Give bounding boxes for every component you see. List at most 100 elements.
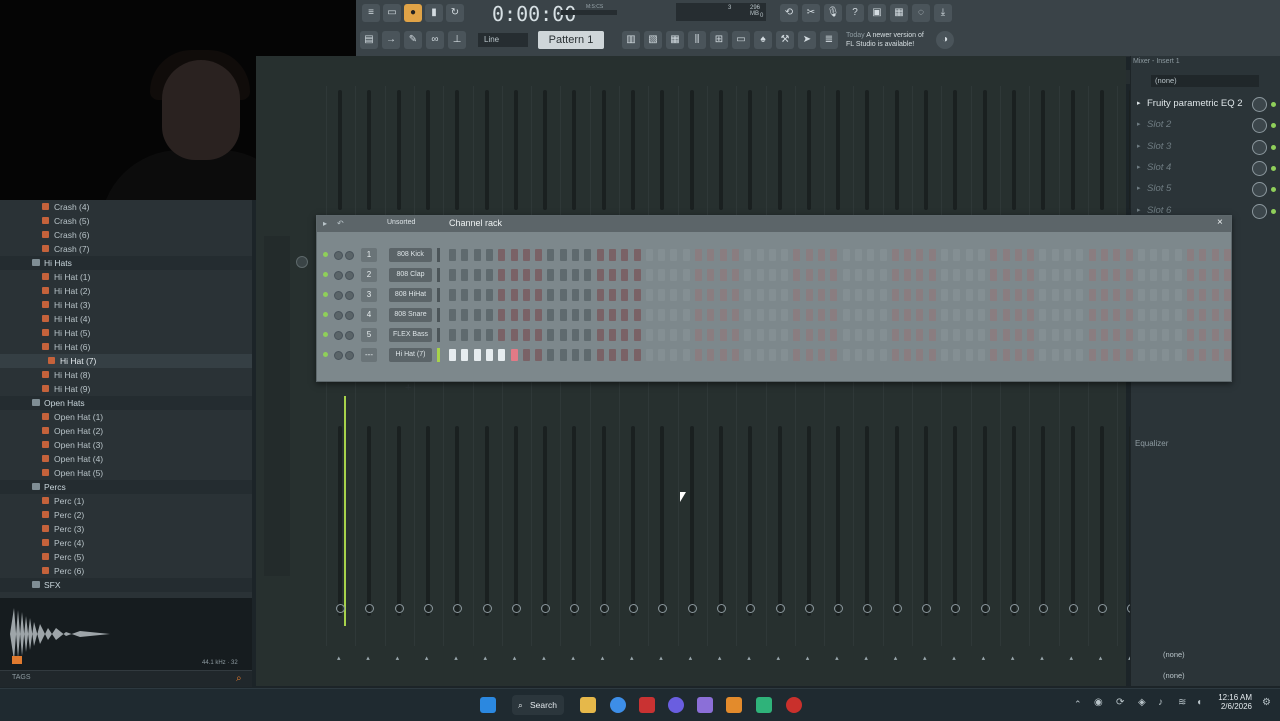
step-button[interactable] [473,289,481,301]
step-button[interactable] [1064,289,1071,301]
step-button[interactable] [1039,329,1047,341]
step-button[interactable] [1039,309,1047,321]
browser-item[interactable]: Hi Hat (4) [0,312,252,326]
step-button[interactable] [1002,269,1010,281]
track-fader[interactable] [396,90,401,210]
step-button[interactable] [1211,269,1219,281]
step-button[interactable] [658,349,666,361]
step-button[interactable] [965,309,973,321]
step-button[interactable] [1014,309,1022,321]
track-fader[interactable] [1041,90,1046,210]
step-button[interactable] [977,289,985,301]
step-button[interactable] [682,349,690,361]
step-button[interactable] [904,289,912,301]
track-fader-lower[interactable] [513,426,518,616]
track-fader[interactable] [806,90,811,210]
discord-icon[interactable] [668,697,684,713]
track-fader[interactable] [513,90,518,210]
step-button[interactable] [559,269,567,281]
step-button[interactable] [854,269,862,281]
step-button[interactable] [1100,309,1108,321]
step-button[interactable] [1064,349,1071,361]
playlist-icon[interactable]: ▥ [622,31,640,49]
track-fader-lower[interactable] [601,426,606,616]
step-button[interactable] [1100,329,1108,341]
step-button[interactable] [498,329,506,341]
step-button[interactable] [1137,349,1145,361]
route-arrow-icon[interactable]: ▴ [923,654,927,662]
pan-knob[interactable] [629,604,638,613]
step-button[interactable] [547,349,555,361]
track-fader[interactable] [543,90,548,210]
step-button[interactable] [633,349,641,361]
track-fader[interactable] [865,90,870,210]
step-button[interactable] [645,329,653,341]
step-button[interactable] [941,269,948,281]
step-button[interactable] [731,309,739,321]
step-button[interactable] [719,349,727,361]
step-button[interactable] [719,249,727,261]
track-fader[interactable] [777,90,782,210]
browser-item[interactable]: Hi Hat (8) [0,368,252,382]
channel-pan-knob[interactable] [334,351,343,360]
route-arrow-icon[interactable]: ▴ [894,654,898,662]
step-button[interactable] [1223,309,1231,321]
step-button[interactable] [584,269,592,281]
step-button[interactable] [818,269,825,281]
step-button[interactable] [830,329,838,341]
channel-mute-led[interactable] [323,272,328,277]
step-button[interactable] [781,329,789,341]
step-button[interactable] [461,309,469,321]
step-button[interactable] [485,309,493,321]
pan-knob[interactable] [658,604,668,613]
step-button[interactable] [1125,309,1133,321]
step-button[interactable] [891,249,899,261]
step-button[interactable] [879,269,887,281]
step-button[interactable] [695,269,702,281]
step-button[interactable] [744,329,752,341]
save-icon[interactable]: ▣ [868,4,886,22]
step-button[interactable] [682,289,690,301]
step-button[interactable] [977,309,985,321]
step-button[interactable] [498,289,506,301]
step-button[interactable] [461,329,469,341]
step-button[interactable] [670,349,678,361]
track-fader[interactable] [1099,90,1104,210]
step-button[interactable] [1088,269,1096,281]
step-button[interactable] [608,289,616,301]
step-button[interactable] [572,269,579,281]
step-button[interactable] [842,249,850,261]
step-button[interactable] [891,349,899,361]
step-button[interactable] [916,249,924,261]
step-button[interactable] [633,249,641,261]
step-button[interactable] [485,289,493,301]
track-fader-lower[interactable] [836,426,841,616]
step-button[interactable] [854,249,862,261]
step-button[interactable] [1162,269,1170,281]
track-fader[interactable] [367,90,372,210]
step-button[interactable] [879,349,887,361]
step-button[interactable] [1199,289,1207,301]
pan-knob[interactable] [892,604,902,613]
step-button[interactable] [1064,309,1071,321]
step-button[interactable] [1125,289,1133,301]
step-button[interactable] [805,329,813,341]
step-button[interactable] [547,309,555,321]
browser-item[interactable]: Crash (4) [0,200,252,214]
track-fader-lower[interactable] [748,426,753,616]
step-button[interactable] [682,329,690,341]
step-button[interactable] [781,309,789,321]
step-button[interactable] [818,249,825,261]
step-button[interactable] [904,269,912,281]
step-button[interactable] [1223,289,1231,301]
step-button[interactable] [461,249,469,261]
step-button[interactable] [1162,249,1170,261]
channel-mixer-track[interactable]: --- [361,348,377,362]
step-button[interactable] [621,309,629,321]
step-button[interactable] [1113,329,1121,341]
step-button[interactable] [719,309,727,321]
channel-volume-knob[interactable] [345,291,354,300]
step-button[interactable] [953,329,961,341]
step-button[interactable] [941,289,948,301]
route-arrow-icon[interactable]: ▴ [806,654,810,662]
